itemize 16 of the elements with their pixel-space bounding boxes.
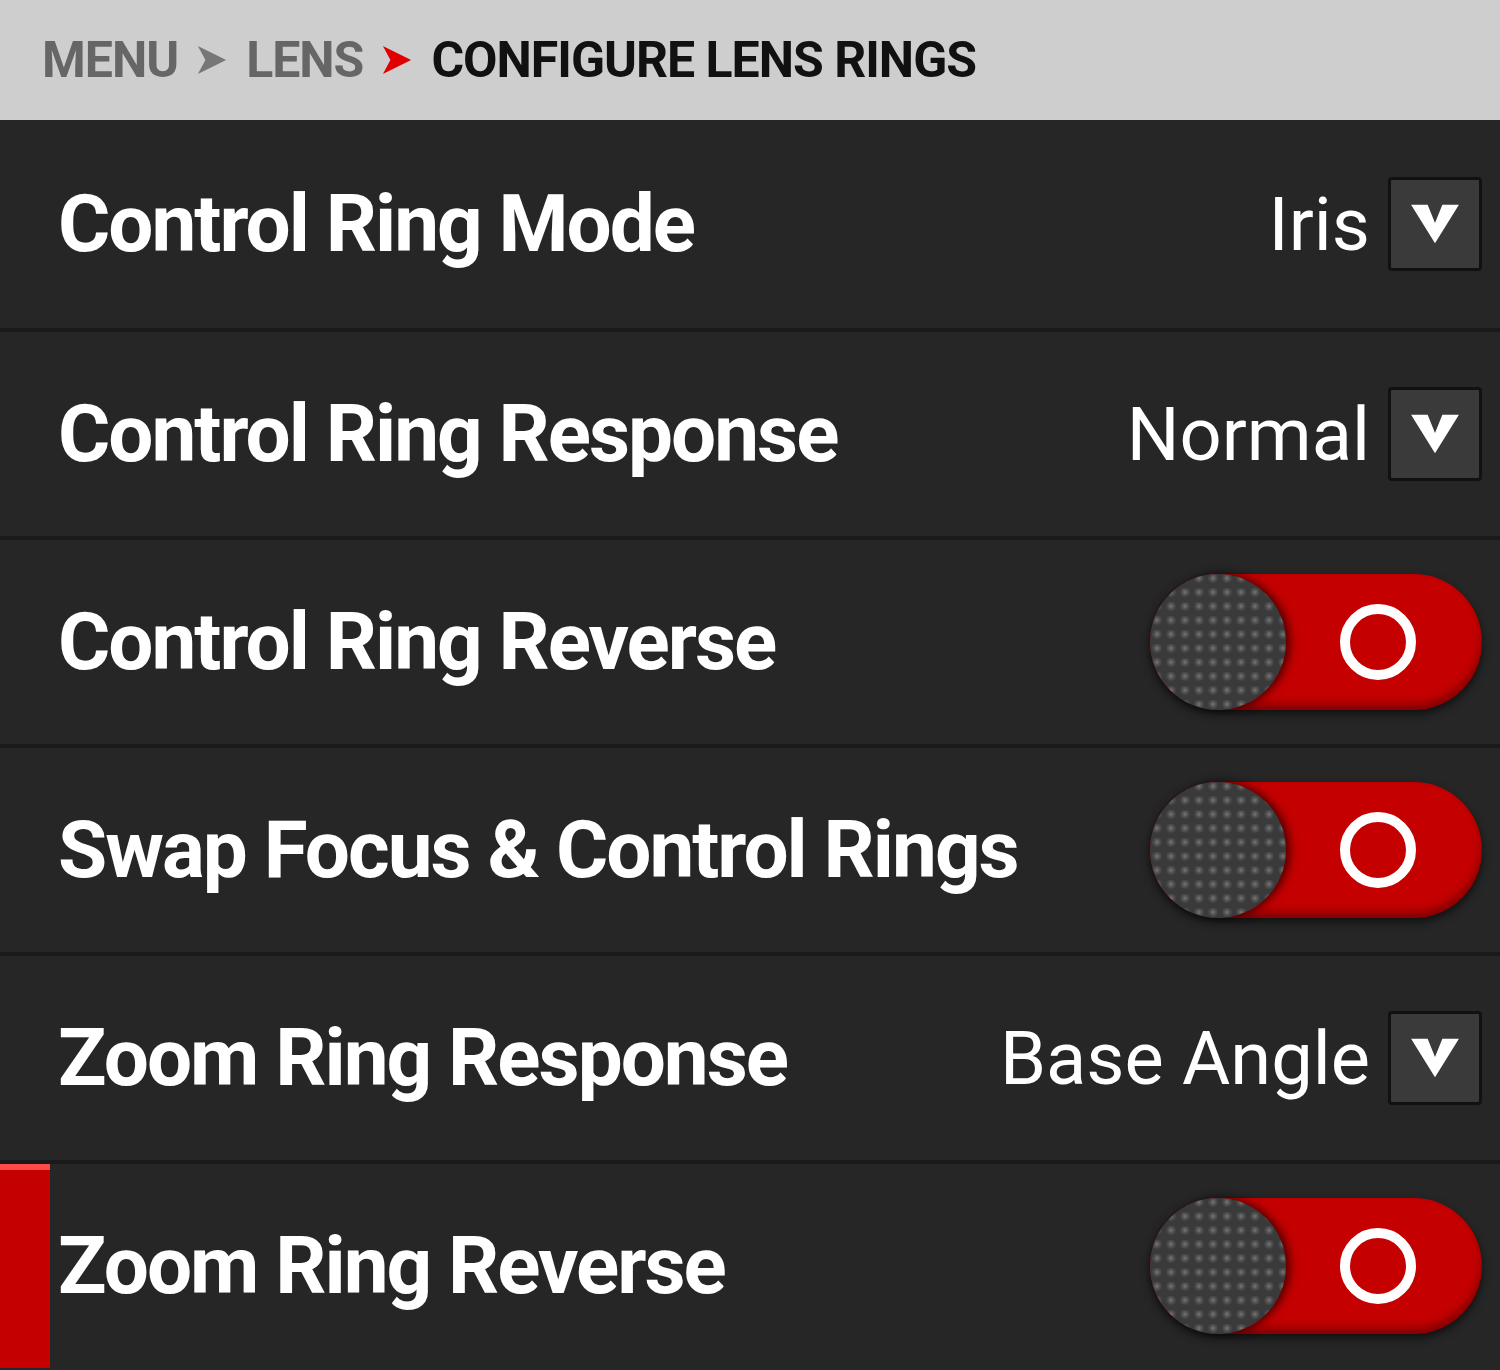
setting-label: Control Ring Mode xyxy=(58,177,694,271)
setting-value: Base Angle xyxy=(999,1014,1370,1102)
setting-label: Swap Focus & Control Rings xyxy=(58,803,1018,897)
setting-label: Zoom Ring Reverse xyxy=(58,1219,725,1313)
setting-value: Iris xyxy=(1268,180,1370,268)
dropdown-button[interactable] xyxy=(1388,177,1482,271)
breadcrumb-link[interactable]: MENU xyxy=(42,31,179,89)
dropdown-button[interactable] xyxy=(1388,1011,1482,1105)
setting-label: Zoom Ring Response xyxy=(58,1011,787,1105)
setting-label: Control Ring Reverse xyxy=(58,595,776,689)
setting-label: Control Ring Response xyxy=(58,387,838,481)
breadcrumb-link[interactable]: LENS xyxy=(246,31,364,89)
setting-value: Normal xyxy=(1126,390,1370,478)
settings-row[interactable]: Zoom Ring Reverse xyxy=(0,1160,1500,1368)
breadcrumb-current: CONFIGURE LENS RINGS xyxy=(431,31,976,89)
dropdown-button[interactable] xyxy=(1388,387,1482,481)
